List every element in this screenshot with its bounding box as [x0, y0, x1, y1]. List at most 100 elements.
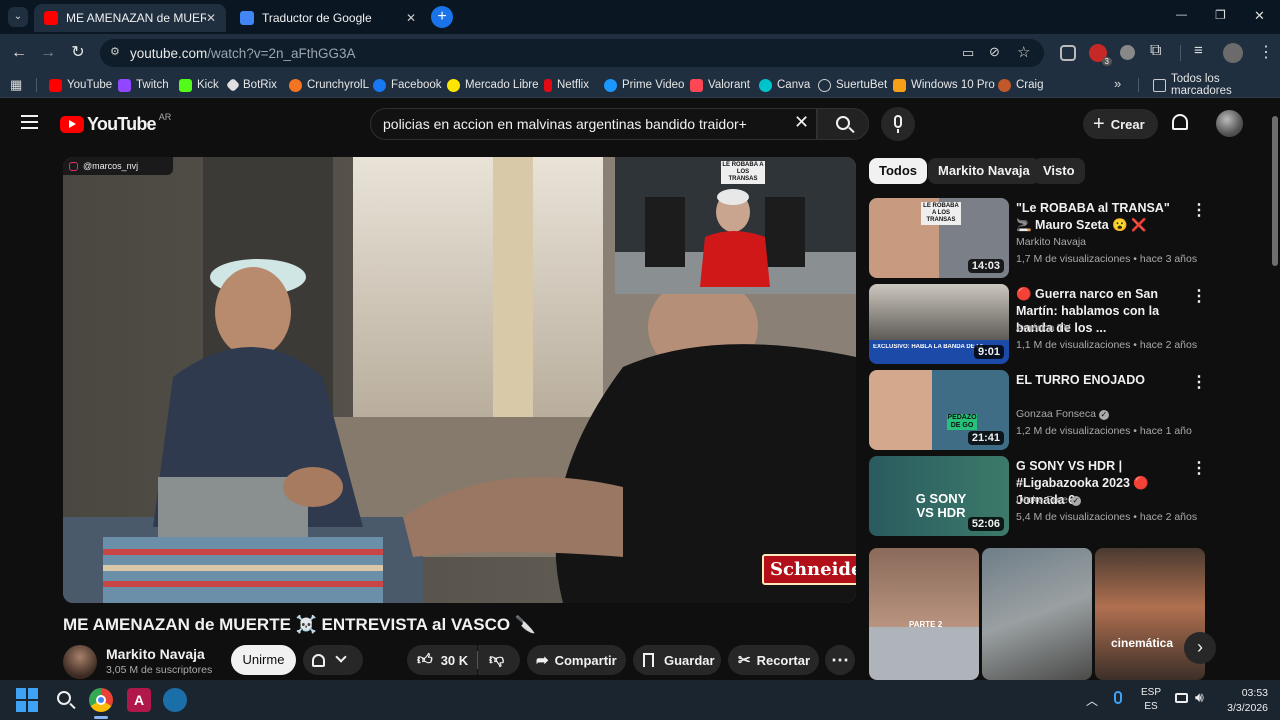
account-avatar[interactable]	[1216, 110, 1243, 137]
chip-markito-navaja[interactable]: Markito Navaja	[928, 158, 1040, 184]
bookmark-mercado-libre[interactable]: Mercado Libre	[447, 77, 539, 93]
more-bookmarks-button[interactable]: »	[1114, 76, 1121, 91]
app-a-icon[interactable]: A	[127, 688, 151, 712]
notifications-bell-icon[interactable]	[1172, 114, 1188, 130]
dislike-button[interactable]: 👎︎	[478, 645, 520, 675]
video-channel[interactable]: Markito Navaja	[1016, 236, 1086, 248]
steam-icon[interactable]	[163, 688, 187, 712]
bookmark-crunchyroll[interactable]: CrunchyrolL	[289, 77, 369, 93]
shelf-next-button[interactable]: ›	[1184, 632, 1216, 664]
bookmark-netflix[interactable]: Netflix	[544, 77, 589, 93]
maximize-button[interactable]: ❐	[1215, 8, 1226, 22]
scrollbar-thumb[interactable]	[1272, 116, 1278, 266]
clip-button[interactable]: ✂ Recortar	[728, 645, 819, 675]
microphone-icon[interactable]	[1114, 691, 1122, 704]
eye-off-icon[interactable]: ⊘	[989, 44, 1000, 60]
chip-visto[interactable]: Visto	[1033, 158, 1085, 184]
back-arrow-icon[interactable]: ←	[8, 42, 30, 64]
reading-list-icon[interactable]: ≡	[1194, 42, 1203, 59]
browser-menu-icon[interactable]: ⋮	[1258, 42, 1274, 62]
site-info-icon[interactable]: ⚙	[110, 45, 120, 58]
video-thumbnail[interactable]: G SONY VS HDR 52:06	[869, 456, 1009, 536]
create-button[interactable]: + Crear	[1083, 109, 1158, 139]
extension-globe-icon[interactable]	[1120, 45, 1135, 60]
search-input[interactable]: policias en accion en malvinas argentina…	[370, 108, 817, 140]
like-button[interactable]: 👍︎ 30 K	[407, 645, 477, 675]
short-thumbnail[interactable]: PARTE 2	[869, 548, 979, 680]
bookmark-twitch[interactable]: Twitch	[118, 77, 169, 93]
bookmark-valorant[interactable]: Valorant	[690, 77, 750, 93]
windows-start-icon[interactable]	[16, 688, 40, 712]
short-caption: cinemática	[1111, 636, 1174, 650]
search-icon[interactable]	[54, 688, 78, 712]
chip-todos[interactable]: Todos	[869, 158, 928, 184]
new-tab-button[interactable]: +	[431, 6, 453, 28]
tab-list-dropdown-button[interactable]: ⌄	[8, 7, 28, 27]
close-tab-icon[interactable]: ✕	[406, 11, 416, 25]
clear-search-icon[interactable]: ✕	[794, 112, 809, 133]
bookmark-suertubet[interactable]: SuertuBet	[818, 77, 887, 93]
clock[interactable]: 03:53 3/3/2026	[1212, 686, 1268, 716]
extension-icon[interactable]	[1060, 45, 1076, 61]
voice-search-button[interactable]	[881, 107, 915, 141]
subscribe-notifications-button[interactable]	[303, 645, 363, 675]
bookmark-canva[interactable]: Canva	[759, 77, 810, 93]
video-player[interactable]: @marcos_nvj LE ROBABA A LOS TRANSAS Schn…	[63, 157, 856, 603]
share-button[interactable]: ➦ Compartir	[527, 645, 626, 675]
join-button[interactable]: Unirme	[231, 645, 296, 675]
youtube-logo[interactable]: YouTube AR	[60, 112, 171, 135]
extensions-puzzle-icon[interactable]: ⧉	[1150, 42, 1161, 60]
show-hidden-icons-chevron-icon[interactable]: ︿	[1086, 692, 1098, 709]
recommended-video[interactable]: G SONY VS HDR 52:06 G SONY VS HDR | #Lig…	[869, 456, 1214, 536]
tab-google-translate[interactable]: Traductor de Google ✕	[230, 4, 426, 32]
video-options-icon[interactable]: ⋮	[1191, 372, 1207, 392]
bookmark-craig[interactable]: Craig	[998, 77, 1043, 93]
apps-grid-icon[interactable]: ▦	[10, 77, 22, 93]
short-thumbnail[interactable]: cinemática	[1095, 548, 1205, 680]
extension-badge-icon[interactable]: 3	[1089, 44, 1112, 66]
bookmark-kick[interactable]: Kick	[179, 77, 219, 93]
recommended-video[interactable]: PEDAZO DE GO 21:41 EL TURRO ENOJADO Gonz…	[869, 370, 1214, 450]
bookmark-windows-10-pro[interactable]: Windows 10 Pro	[893, 77, 995, 93]
language-indicator[interactable]: ESP ES	[1136, 686, 1166, 714]
video-options-icon[interactable]: ⋮	[1191, 458, 1207, 478]
channel-name[interactable]: Markito Navaja	[106, 646, 205, 662]
chrome-icon[interactable]	[89, 688, 113, 712]
install-app-icon[interactable]: ▭	[962, 45, 974, 61]
save-button[interactable]: Guardar	[633, 645, 721, 675]
video-channel[interactable]: América TV	[1016, 322, 1071, 334]
bookmark-botrix[interactable]: BotRix	[225, 77, 277, 93]
search-button[interactable]	[817, 108, 869, 140]
minimize-button[interactable]: —	[1176, 9, 1187, 21]
bookmark-star-icon[interactable]: ☆	[1017, 43, 1030, 61]
channel-avatar[interactable]	[63, 645, 97, 679]
hamburger-menu-icon[interactable]	[21, 115, 38, 129]
volume-icon[interactable]: 🔊︎	[1195, 689, 1204, 706]
bookmark-facebook[interactable]: Facebook	[373, 77, 442, 93]
reload-icon[interactable]: ↻	[67, 42, 89, 64]
video-thumbnail[interactable]: LE ROBABA A LOS TRANSAS 14:03	[869, 198, 1009, 278]
video-channel[interactable]: Dtoke Free ✓	[1016, 494, 1081, 506]
recommended-video[interactable]: EXCLUSIVO: HABLA LA BANDA DE LOS PAYO 9:…	[869, 284, 1214, 364]
tab-youtube-video[interactable]: ME AMENAZAN de MUERTE ☠️ ✕	[34, 4, 226, 32]
close-tab-icon[interactable]: ✕	[206, 11, 216, 25]
forward-arrow-icon[interactable]: →	[37, 42, 59, 64]
page-scrollbar[interactable]	[1270, 98, 1280, 680]
short-thumbnail[interactable]	[982, 548, 1092, 680]
video-thumbnail[interactable]: PEDAZO DE GO 21:41	[869, 370, 1009, 450]
close-window-button[interactable]: ✕	[1254, 8, 1265, 24]
video-title[interactable]: EL TURRO ENOJADO	[1016, 372, 1188, 389]
more-actions-button[interactable]: ⋯	[825, 645, 855, 675]
network-icon[interactable]	[1175, 693, 1188, 703]
video-options-icon[interactable]: ⋮	[1191, 200, 1207, 220]
all-bookmarks-folder[interactable]: Todos los marcadores	[1153, 73, 1280, 97]
bookmark-prime-video[interactable]: Prime Video	[604, 77, 684, 93]
video-channel[interactable]: Gonzaa Fonseca ✓	[1016, 408, 1109, 420]
bookmark-youtube[interactable]: YouTube	[49, 77, 112, 93]
recommended-video[interactable]: LE ROBABA A LOS TRANSAS 14:03 "Le ROBABA…	[869, 198, 1214, 278]
profile-avatar[interactable]	[1223, 43, 1243, 63]
video-thumbnail[interactable]: EXCLUSIVO: HABLA LA BANDA DE LOS PAYO 9:…	[869, 284, 1009, 364]
address-bar[interactable]: ⚙ youtube.com/watch?v=2n_aFthGG3A ▭ ⊘ ☆	[100, 39, 1044, 67]
video-options-icon[interactable]: ⋮	[1191, 286, 1207, 306]
video-title[interactable]: "Le ROBABA al TRANSA" 🚬 Mauro Szeta 😮 ❌	[1016, 200, 1188, 234]
